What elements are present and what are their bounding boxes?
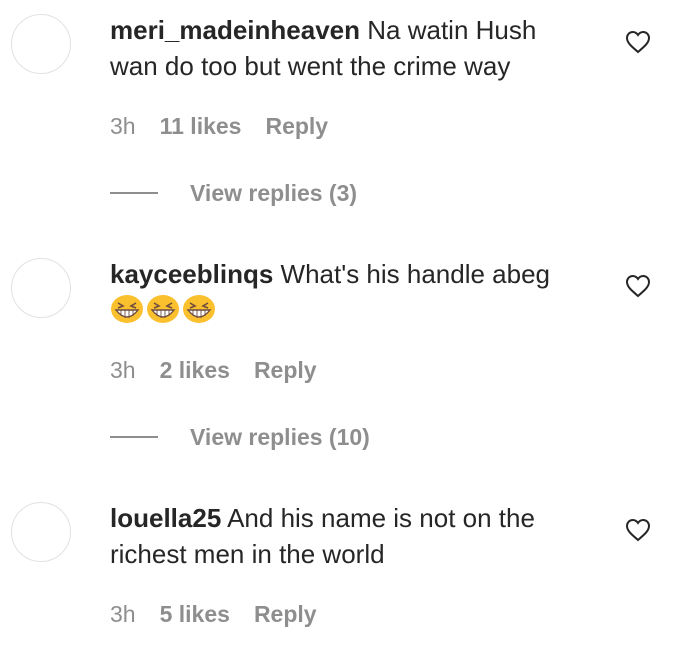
comment-likes[interactable]: 11 likes (160, 113, 242, 140)
comment-meta: 3h 2 likes Reply (110, 355, 317, 385)
comment-meta: 3h 11 likes Reply (110, 111, 328, 141)
view-replies[interactable]: View replies (3) (110, 178, 357, 208)
grinning-squinting-face-icon (147, 295, 179, 323)
emoji-row (110, 294, 580, 324)
comment-username[interactable]: meri_madeinheaven (110, 15, 360, 45)
replies-divider (110, 192, 158, 194)
heart-outline-icon[interactable] (625, 274, 651, 298)
reply-button[interactable]: Reply (254, 601, 317, 628)
comment-text: louella25 And his name is not on the ric… (110, 500, 580, 572)
heart-outline-icon[interactable] (625, 30, 651, 54)
comment-meta: 3h 5 likes Reply (110, 599, 317, 629)
reply-button[interactable]: Reply (265, 113, 328, 140)
avatar[interactable] (11, 14, 71, 74)
comment-username[interactable]: kayceeblinqs (110, 259, 273, 289)
view-replies-label[interactable]: View replies (3) (190, 180, 357, 207)
grinning-squinting-face-icon (183, 295, 215, 323)
replies-divider (110, 436, 158, 438)
view-replies[interactable]: View replies (10) (110, 422, 370, 452)
avatar[interactable] (11, 258, 71, 318)
heart-outline-icon[interactable] (625, 518, 651, 542)
avatar[interactable] (11, 502, 71, 562)
grinning-squinting-face-icon (111, 295, 143, 323)
comment-username[interactable]: louella25 (110, 503, 221, 533)
reply-button[interactable]: Reply (254, 357, 317, 384)
view-replies-label[interactable]: View replies (10) (190, 424, 370, 451)
comment-time: 3h (110, 356, 136, 383)
comment-body: What's his handle abeg (280, 259, 551, 289)
comment-likes[interactable]: 2 likes (160, 357, 230, 384)
comment-likes[interactable]: 5 likes (160, 601, 230, 628)
comment-text: meri_madeinheaven Na watin Hush wan do t… (110, 12, 580, 84)
comment-time: 3h (110, 112, 136, 139)
comment-time: 3h (110, 600, 136, 627)
comment-text: kayceeblinqs What's his handle abeg (110, 256, 580, 324)
